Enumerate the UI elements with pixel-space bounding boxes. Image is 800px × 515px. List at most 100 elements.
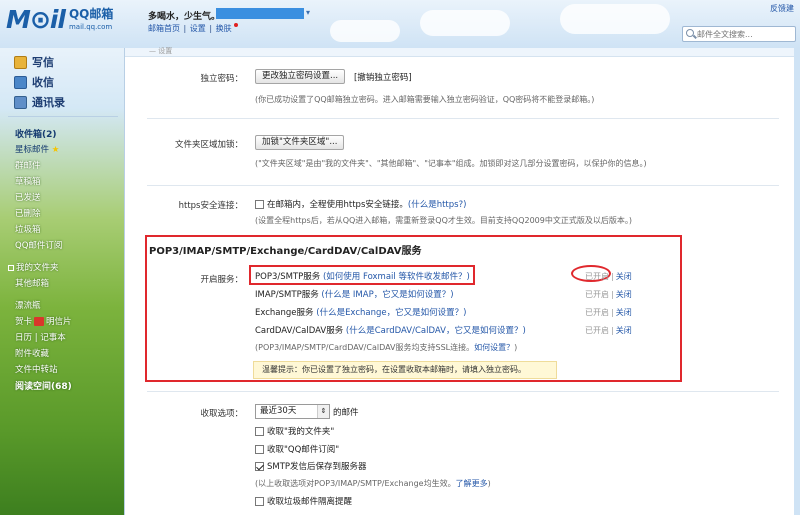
sidebar-item-starred[interactable]: 星标邮件 ★: [15, 143, 59, 155]
option-text: 收取垃圾邮件隔离提醒: [267, 497, 353, 507]
feedback-link[interactable]: 反馈建: [770, 3, 794, 14]
sidebar-item-file-transfer[interactable]: 文件中转站: [15, 363, 58, 375]
settings-panel: — 设置 独立密码： 更改独立密码设置... [撤销独立密码] (你已成功设置了…: [124, 47, 795, 515]
option-checkbox[interactable]: [255, 427, 264, 436]
sidebar-item-spam[interactable]: 垃圾箱: [15, 223, 41, 235]
service-row-imap-smtp: IMAP/SMTP服务 (什么是 IMAP，它又是如何设置？): [255, 288, 454, 300]
service-name: IMAP/SMTP服务: [255, 290, 319, 300]
option-text: 收取"我的文件夹": [267, 427, 335, 437]
independent-password-label: 独立密码：: [200, 74, 243, 84]
nav-home-link[interactable]: 邮箱首页: [148, 24, 180, 33]
service-help-link[interactable]: (如何使用 Foxmail 等软件收发邮件？): [323, 272, 470, 282]
contacts-label: 通讯录: [32, 96, 65, 109]
receive-options-note: (以上收取选项对POP3/IMAP/SMTP/Exchange均生效。了解更多): [255, 478, 491, 489]
https-note: (设置全程https后，若从QQ进入邮箱，需重新登录QQ才生效。目前支持QQ20…: [255, 216, 632, 225]
sidebar-item-postcard[interactable]: 明信片: [46, 317, 72, 327]
service-row-exchange: Exchange服务 (什么是Exchange，它又是如何设置？): [255, 306, 466, 318]
nav-settings-link[interactable]: 设置: [190, 24, 206, 33]
chevron-down-icon[interactable]: ▾: [306, 8, 310, 17]
option-smtp-save[interactable]: SMTP发信后保存到服务器: [255, 460, 367, 472]
sidebar-item-attachments[interactable]: 附件收藏: [15, 347, 49, 359]
divider: [147, 391, 779, 392]
logo-mark: M⊙il: [6, 5, 66, 34]
sidebar-item-drift-bottle[interactable]: 漂流瓶: [15, 299, 41, 311]
sidebar-item-calendar[interactable]: 日历: [15, 333, 32, 343]
service-close-link[interactable]: 关闭: [616, 308, 632, 317]
write-button[interactable]: 写信: [14, 54, 54, 70]
change-independent-password-button[interactable]: 更改独立密码设置...: [255, 69, 346, 84]
service-close-link[interactable]: 关闭: [616, 290, 632, 299]
receive-range-suffix: 的邮件: [333, 408, 359, 418]
status-text: 已开启: [585, 326, 609, 335]
redacted-email: [216, 8, 304, 19]
divider: [8, 116, 118, 117]
option-checkbox-checked[interactable]: [255, 462, 264, 471]
option-qq-subscription[interactable]: 收取"QQ邮件订阅": [255, 443, 339, 455]
new-badge-icon: [34, 317, 45, 326]
receive-button[interactable]: 收信: [14, 74, 54, 90]
sidebar-item-sent[interactable]: 已发送: [15, 191, 41, 203]
folder-lock-label: 文件夹区域加锁：: [174, 140, 243, 150]
service-close-link[interactable]: 关闭: [616, 272, 632, 281]
service-help-link[interactable]: (什么是CardDAV/CalDAV，它又是如何设置？): [346, 326, 526, 336]
search-box[interactable]: [682, 26, 796, 42]
lock-folder-area-button[interactable]: 加锁"文件夹区域"...: [255, 135, 345, 150]
receive-range-select[interactable]: 最近30天 ⇕: [255, 404, 330, 419]
pop3-section-title: POP3/IMAP/SMTP/Exchange/CardDAV/CalDAV服务: [149, 246, 422, 257]
option-text: 收取"QQ邮件订阅": [267, 445, 340, 455]
nav-skin-link[interactable]: 换肤: [216, 24, 232, 33]
receive-note-close: ): [487, 479, 491, 488]
https-label: https安全连接：: [178, 201, 243, 211]
scrollbar-track[interactable]: [794, 48, 800, 515]
status-text: 已开启: [585, 272, 609, 281]
service-close-link[interactable]: 关闭: [616, 326, 632, 335]
option-checkbox[interactable]: [255, 445, 264, 454]
option-my-folders[interactable]: 收取"我的文件夹": [255, 425, 334, 437]
logo[interactable]: M⊙il QQ邮箱 mail.qq.com: [6, 6, 113, 34]
sidebar-item-inbox[interactable]: 收件箱(2): [15, 127, 57, 140]
sidebar-item-notepad[interactable]: 记事本: [40, 333, 66, 343]
https-checkbox-row[interactable]: 在邮箱内，全程使用https安全链接。(什么是https?): [255, 198, 466, 210]
receive-options-label: 收取选项：: [200, 409, 243, 419]
sidebar-item-cards: 贺卡 明信片: [15, 315, 72, 327]
https-checkbox-text: 在邮箱内，全程使用https安全链接。: [267, 200, 408, 210]
sidebar-item-reading-space[interactable]: 阅读空间(68): [15, 379, 72, 392]
pencil-icon: [14, 55, 27, 69]
service-help-link[interactable]: (什么是 IMAP，它又是如何设置？): [321, 290, 453, 300]
service-help-link[interactable]: (什么是Exchange，它又是如何设置？): [316, 308, 466, 318]
ssl-how-to-link[interactable]: 如何设置？: [474, 343, 514, 352]
what-is-https-link[interactable]: (什么是https?): [408, 200, 467, 210]
divider: [147, 185, 779, 186]
sidebar-item-groups[interactable]: 群邮件: [15, 159, 41, 171]
divider: [147, 118, 779, 119]
option-spam-reminder[interactable]: 收取垃圾邮件隔离提醒: [255, 495, 352, 507]
sidebar-item-my-folders[interactable]: 我的文件夹: [8, 261, 59, 273]
learn-more-link[interactable]: 了解更多: [456, 479, 488, 488]
revoke-independent-password-link[interactable]: [撤销独立密码]: [354, 71, 412, 83]
option-checkbox[interactable]: [255, 497, 264, 506]
https-checkbox[interactable]: [255, 200, 264, 209]
sidebar-item-greeting-card[interactable]: 贺卡: [15, 317, 32, 327]
chevron-down-icon[interactable]: ⇕: [317, 405, 329, 418]
service-row-pop3-smtp: POP3/SMTP服务 (如何使用 Foxmail 等软件收发邮件？): [255, 270, 470, 282]
receive-label: 收信: [32, 76, 54, 89]
sidebar-item-other-mailbox[interactable]: 其他邮箱: [15, 277, 49, 289]
sidebar-item-deleted[interactable]: 已删除: [15, 207, 41, 219]
service-status-pop3: 已开启 | 关闭: [585, 272, 632, 281]
expand-icon[interactable]: [8, 264, 14, 271]
search-input[interactable]: [697, 28, 793, 40]
sidebar-item-drafts[interactable]: 草稿箱: [15, 175, 41, 187]
header-nav: 邮箱首页 | 设置 | 换肤: [148, 23, 239, 34]
search-icon[interactable]: [686, 29, 694, 37]
header: M⊙il QQ邮箱 mail.qq.com 多喝水，少生气。 ▾ 邮箱首页 | …: [0, 0, 800, 48]
service-name: CardDAV/CalDAV服务: [255, 326, 344, 336]
service-status-carddav: 已开启 | 关闭: [585, 326, 632, 335]
contacts-button[interactable]: 通讯录: [14, 94, 65, 110]
sidebar-item-tools: 日历 | 记事本: [15, 333, 66, 343]
option-text: SMTP发信后保存到服务器: [267, 462, 367, 472]
ssl-note-text: (POP3/IMAP/SMTP/CardDAV/CalDAV服务均支持SSL连接…: [255, 343, 475, 352]
sidebar: 写信 收信 通讯录 收件箱(2) 星标邮件 ★ 群邮件 草稿箱 已发送 已删除 …: [0, 48, 124, 515]
ssl-note: (POP3/IMAP/SMTP/CardDAV/CalDAV服务均支持SSL连接…: [255, 342, 517, 353]
service-name: POP3/SMTP服务: [255, 272, 321, 282]
sidebar-item-subscription[interactable]: QQ邮件订阅: [15, 239, 62, 251]
